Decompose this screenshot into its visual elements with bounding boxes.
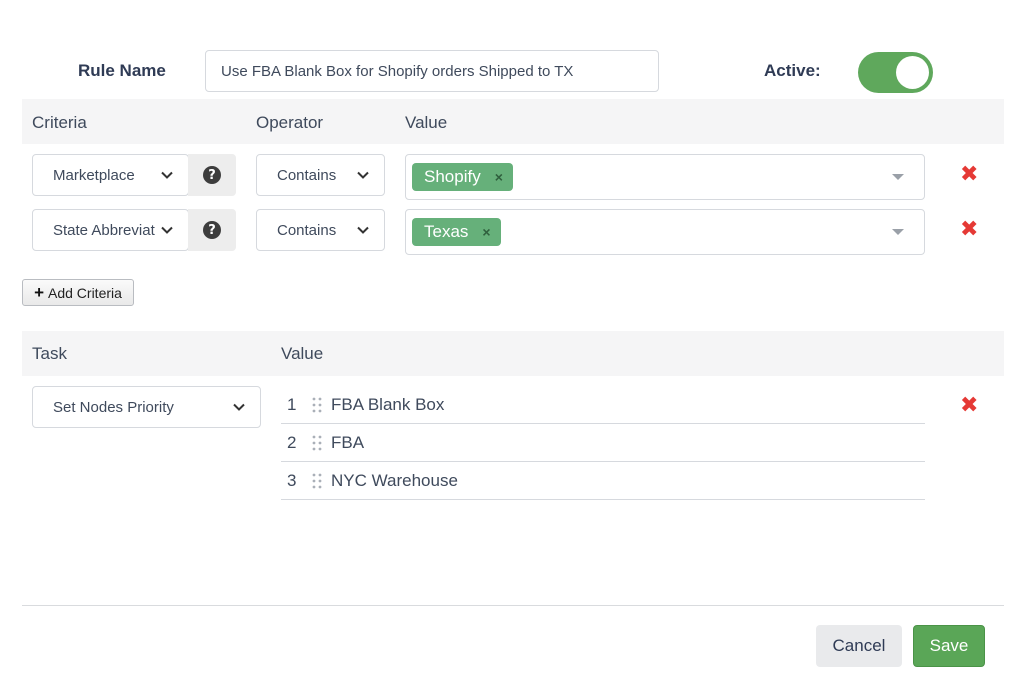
task-header-bar bbox=[22, 331, 1004, 376]
rule-name-label: Rule Name bbox=[78, 61, 166, 80]
select-value: Contains bbox=[277, 166, 337, 184]
question-circle-icon: ? bbox=[203, 221, 221, 239]
priority-number: 1 bbox=[287, 394, 297, 414]
priority-list-item[interactable]: 2 FBA bbox=[281, 424, 925, 462]
active-label: Active: bbox=[764, 61, 821, 80]
operator-select[interactable]: Contains bbox=[256, 154, 385, 196]
select-value: Contains bbox=[277, 221, 337, 239]
tag-label: Shopify bbox=[424, 167, 481, 186]
add-criteria-label: Add Criteria bbox=[48, 284, 122, 301]
active-toggle[interactable] bbox=[858, 52, 933, 93]
delete-criteria-button[interactable]: ✖ bbox=[960, 164, 978, 186]
delete-task-button[interactable]: ✖ bbox=[960, 395, 978, 417]
priority-list-item[interactable]: 3 NYC Warehouse bbox=[281, 462, 925, 500]
tag-remove-icon[interactable]: × bbox=[495, 169, 503, 185]
criteria-help-button[interactable]: ? bbox=[188, 209, 236, 251]
priority-node-name: FBA bbox=[331, 432, 365, 452]
chevron-down-icon bbox=[233, 403, 245, 411]
criteria-value-multiselect[interactable]: Texas × bbox=[405, 209, 925, 255]
criteria-field-select-state[interactable]: State Abbreviat bbox=[32, 209, 189, 251]
task-select[interactable]: Set Nodes Priority bbox=[32, 386, 261, 428]
criteria-header-bar bbox=[22, 99, 1004, 144]
save-button[interactable]: Save bbox=[913, 625, 985, 667]
priority-number: 2 bbox=[287, 432, 297, 452]
priority-number: 3 bbox=[287, 470, 297, 490]
question-circle-icon: ? bbox=[203, 166, 221, 184]
drag-handle-icon[interactable] bbox=[303, 473, 331, 489]
chevron-down-icon bbox=[161, 226, 173, 234]
operator-column-header: Operator bbox=[256, 113, 324, 132]
priority-node-name: FBA Blank Box bbox=[331, 394, 445, 414]
rule-name-input[interactable] bbox=[205, 50, 659, 92]
select-value: Set Nodes Priority bbox=[53, 398, 174, 416]
toggle-knob bbox=[896, 56, 929, 89]
select-value: State Abbreviat bbox=[53, 221, 155, 239]
chevron-down-icon bbox=[161, 171, 173, 179]
criteria-column-header: Criteria bbox=[32, 113, 87, 132]
footer-divider bbox=[22, 605, 1004, 606]
priority-list-item[interactable]: 1 FBA Blank Box bbox=[281, 386, 925, 424]
drag-handle-icon[interactable] bbox=[303, 397, 331, 413]
dropdown-caret-icon[interactable] bbox=[892, 229, 904, 235]
delete-criteria-button[interactable]: ✖ bbox=[960, 219, 978, 241]
criteria-value-multiselect[interactable]: Shopify × bbox=[405, 154, 925, 200]
priority-node-name: NYC Warehouse bbox=[331, 470, 458, 490]
value-tag: Texas × bbox=[412, 218, 501, 246]
value-tag: Shopify × bbox=[412, 163, 513, 191]
dropdown-caret-icon[interactable] bbox=[892, 174, 904, 180]
tag-label: Texas bbox=[424, 222, 469, 241]
add-criteria-button[interactable]: + Add Criteria bbox=[22, 279, 134, 306]
plus-icon: + bbox=[34, 282, 44, 302]
task-value-column-header: Value bbox=[281, 344, 324, 363]
criteria-field-select-marketplace[interactable]: Marketplace bbox=[32, 154, 189, 196]
tag-remove-icon[interactable]: × bbox=[482, 224, 490, 240]
drag-handle-icon[interactable] bbox=[303, 435, 331, 451]
select-value: Marketplace bbox=[53, 166, 135, 184]
value-column-header: Value bbox=[405, 113, 448, 132]
criteria-help-button[interactable]: ? bbox=[188, 154, 236, 196]
cancel-button[interactable]: Cancel bbox=[816, 625, 902, 667]
chevron-down-icon bbox=[357, 171, 369, 179]
operator-select[interactable]: Contains bbox=[256, 209, 385, 251]
chevron-down-icon bbox=[357, 226, 369, 234]
task-column-header: Task bbox=[32, 344, 67, 363]
